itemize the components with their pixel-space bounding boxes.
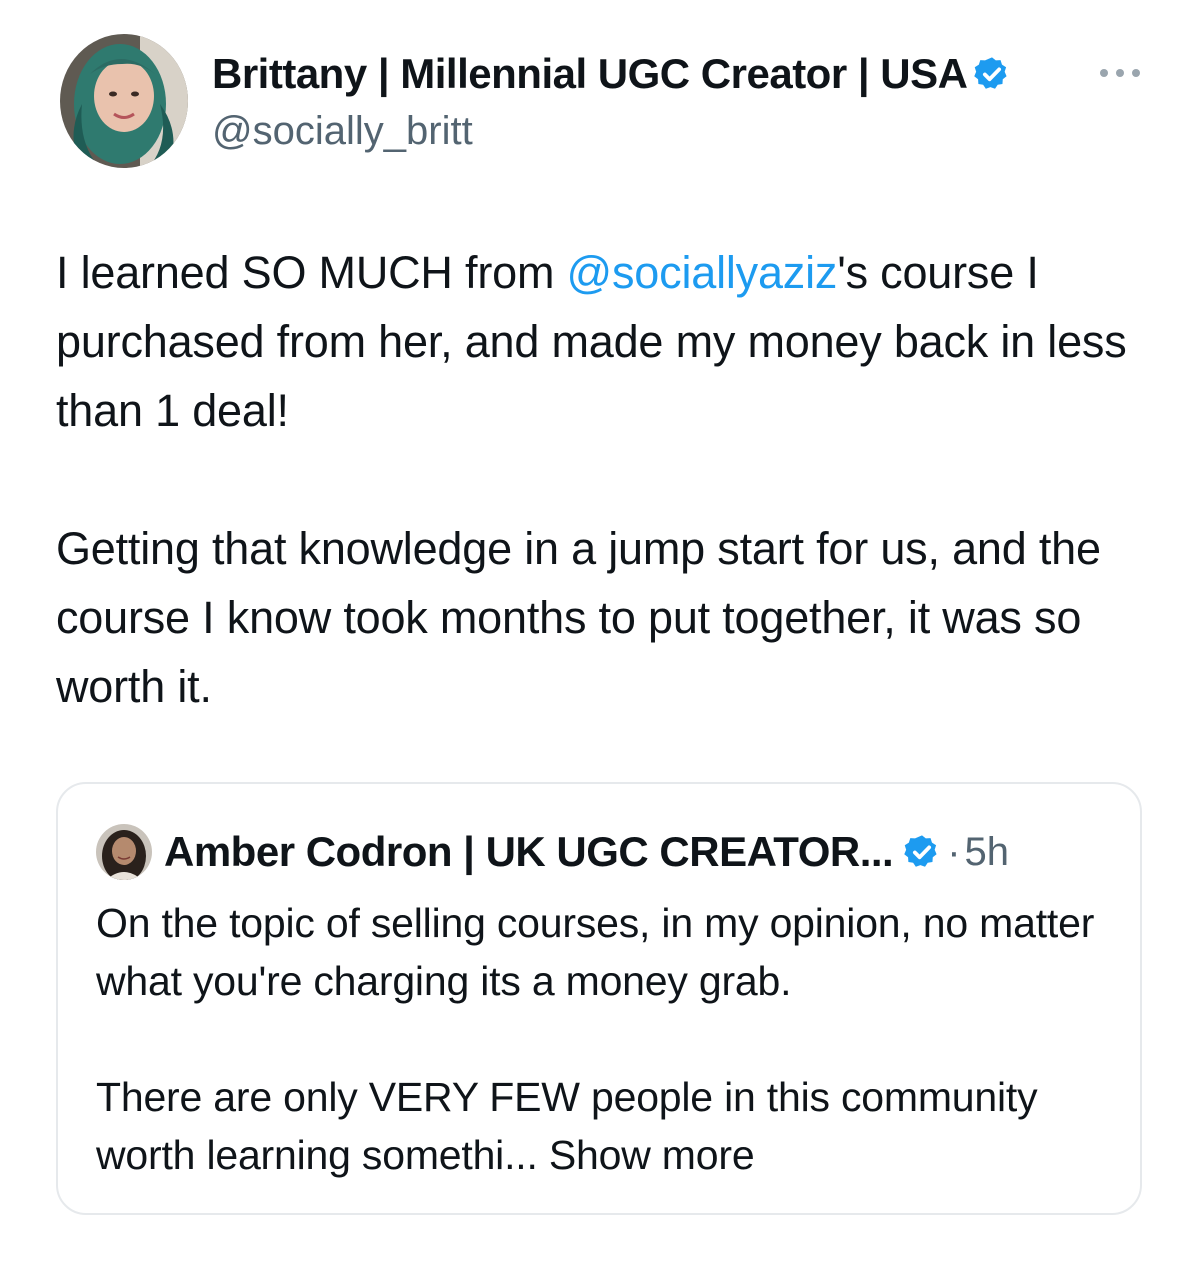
- show-more-link[interactable]: Show more: [549, 1132, 755, 1178]
- author-name-row[interactable]: Brittany | Millennial UGC Creator | USA: [212, 46, 1011, 102]
- mention-link[interactable]: @sociallyaziz: [567, 247, 838, 298]
- quoted-tweet-text: On the topic of selling courses, in my o…: [96, 894, 1116, 1184]
- tweet-text: I learned SO MUCH from @sociallyaziz's c…: [56, 238, 1166, 721]
- separator-dot: ·: [947, 829, 961, 874]
- tweet-paragraph-1: I learned SO MUCH from @sociallyaziz's c…: [56, 238, 1166, 445]
- more-options-icon[interactable]: [1096, 60, 1144, 86]
- quoted-paragraph-1: On the topic of selling courses, in my o…: [96, 900, 1095, 1004]
- tweet-text-segment: I learned SO MUCH from: [56, 247, 567, 298]
- tweet-paragraph-2: Getting that knowledge in a jump start f…: [56, 523, 1101, 712]
- quoted-paragraph-2: There are only VERY FEW people in this c…: [96, 1068, 1116, 1184]
- author-handle[interactable]: @socially_britt: [212, 104, 473, 158]
- author-display-name[interactable]: Brittany | Millennial UGC Creator | USA: [212, 46, 968, 102]
- quoted-tweet-header: Amber Codron | UK UGC CREATOR... · 5h: [164, 824, 1009, 880]
- verified-badge-icon: [973, 55, 1011, 93]
- author-avatar[interactable]: [60, 34, 188, 168]
- verified-badge-icon: [903, 833, 941, 871]
- quoted-tweet-timestamp[interactable]: 5h: [965, 830, 1010, 875]
- quoted-author-display-name: Amber Codron | UK UGC CREATOR...: [164, 828, 894, 875]
- quoted-author-avatar: [96, 824, 152, 880]
- quoted-tweet-card[interactable]: Amber Codron | UK UGC CREATOR... · 5h On…: [56, 782, 1142, 1215]
